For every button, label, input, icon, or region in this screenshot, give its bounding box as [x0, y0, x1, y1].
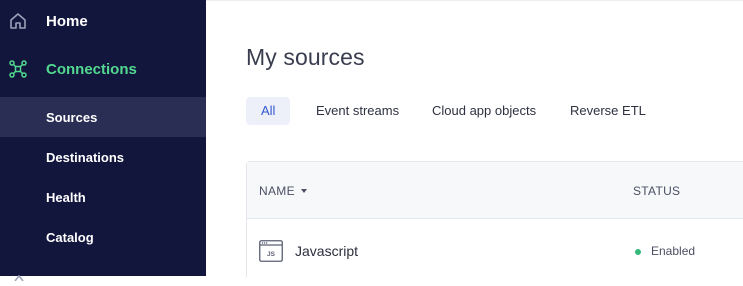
- nav-home[interactable]: Home: [0, 0, 206, 45]
- js-source-icon: JS: [259, 240, 283, 262]
- partial-nav-icon: [14, 268, 24, 282]
- nav-connections[interactable]: Connections: [0, 45, 206, 93]
- home-icon: [9, 12, 27, 30]
- js-icon-text: JS: [267, 251, 276, 258]
- source-name: Javascript: [295, 243, 359, 259]
- column-header-label: STATUS: [633, 184, 681, 198]
- sidebar: Home Connections Sources Destinations He…: [0, 0, 206, 282]
- status-badge: Enabled: [651, 244, 696, 258]
- sidebar-item-label: Catalog: [46, 229, 94, 245]
- sidebar-item-destinations[interactable]: Destinations: [0, 137, 206, 177]
- tab-cloud-app-objects[interactable]: Cloud app objects: [432, 97, 536, 125]
- nav-connections-label: Connections: [46, 60, 137, 78]
- sidebar-item-label: Health: [46, 189, 86, 205]
- sidebar-item-sources[interactable]: Sources: [0, 97, 206, 137]
- sources-table: NAME STATUS JS Javascript Enabled: [246, 161, 743, 277]
- sidebar-item-catalog[interactable]: Catalog: [0, 217, 206, 257]
- tab-all[interactable]: All: [246, 97, 291, 125]
- status-dot: [635, 249, 641, 255]
- sidebar-item-label: Sources: [46, 109, 98, 125]
- main-content: My sources All Event streams Cloud app o…: [206, 0, 743, 277]
- table-header: NAME STATUS: [247, 162, 743, 219]
- sort-caret-down-icon: [300, 189, 307, 193]
- column-header-name[interactable]: NAME: [259, 184, 307, 198]
- page-title: My sources: [246, 44, 365, 70]
- tab-reverse-etl[interactable]: Reverse ETL: [570, 97, 646, 125]
- nav-home-label: Home: [46, 12, 88, 30]
- tab-event-streams[interactable]: Event streams: [316, 97, 399, 125]
- sidebar-item-label: Destinations: [46, 149, 125, 165]
- column-header-status[interactable]: STATUS: [633, 184, 680, 198]
- column-header-label: NAME: [259, 184, 295, 198]
- sidebar-item-health[interactable]: Health: [0, 177, 206, 217]
- divider: [206, 0, 743, 1]
- table-row[interactable]: JS Javascript Enabled: [247, 219, 743, 277]
- connections-icon: [9, 60, 27, 78]
